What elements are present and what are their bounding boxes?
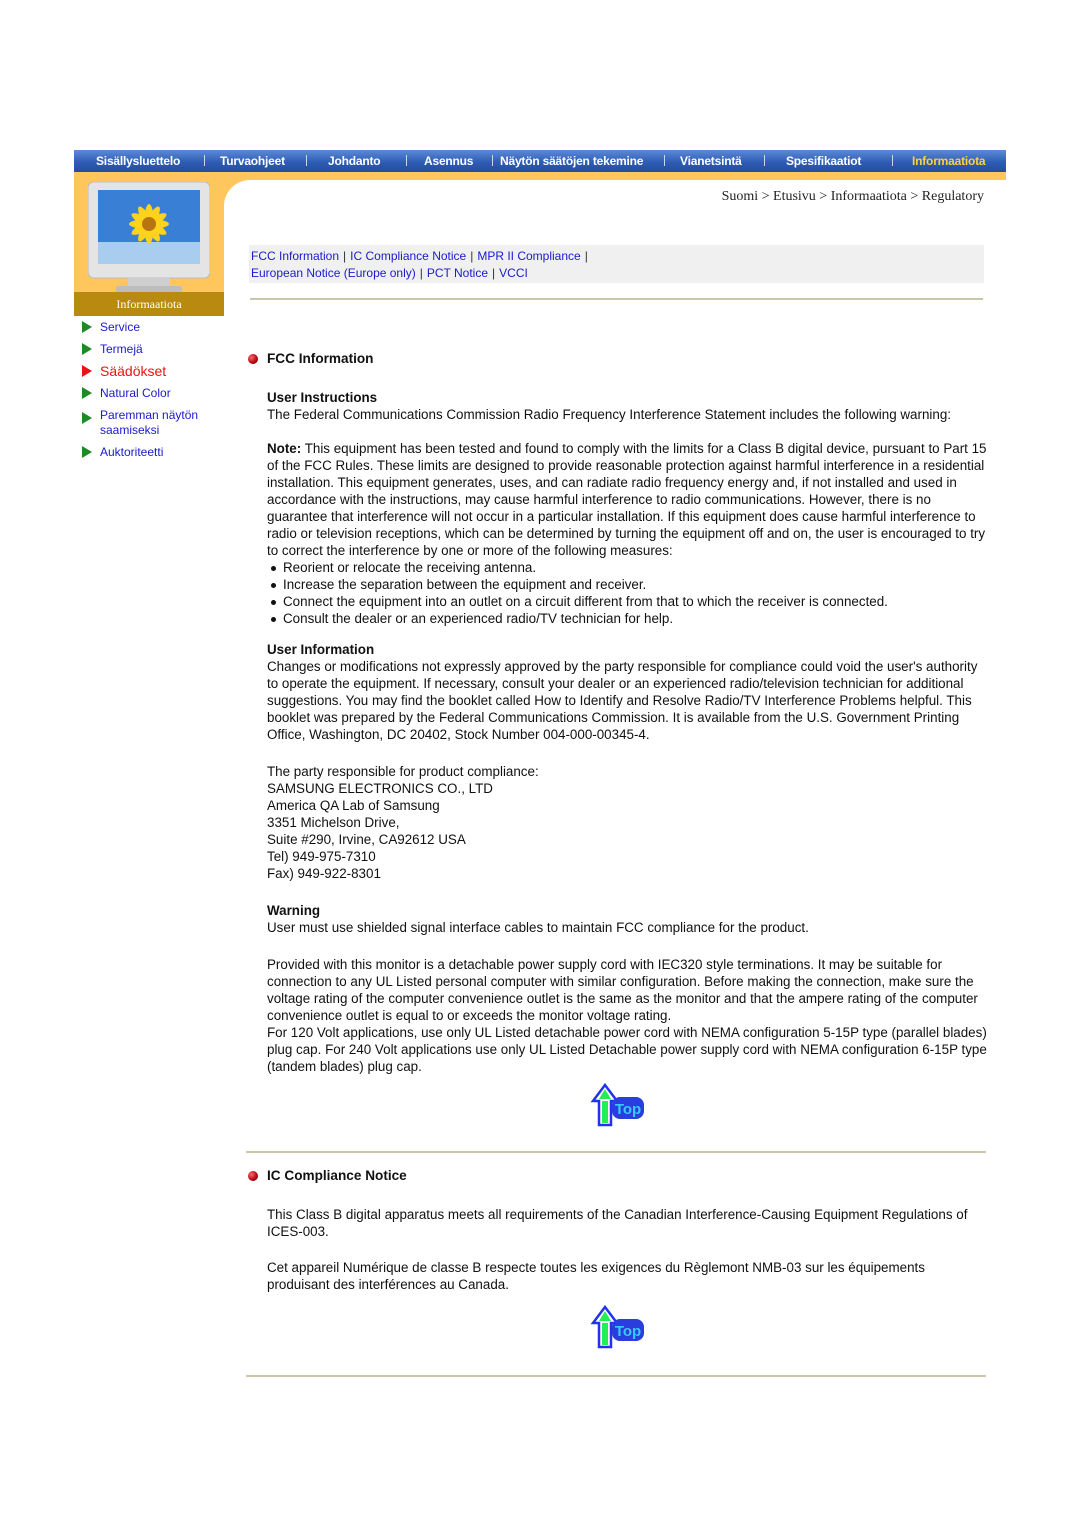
party-line: The party responsible for product compli… bbox=[267, 764, 539, 779]
triangle-right-icon bbox=[82, 321, 92, 333]
top-label: Top bbox=[615, 1323, 641, 1340]
party-line: SAMSUNG ELECTRONICS CO., LTD bbox=[267, 781, 493, 796]
red-bullet-icon bbox=[248, 1170, 258, 1181]
user-instructions-text: The Federal Communications Commission Ra… bbox=[267, 407, 951, 422]
nav-item-johdanto[interactable]: Johdanto bbox=[328, 154, 381, 168]
divider bbox=[246, 1151, 986, 1153]
top-arrow-icon[interactable]: Top bbox=[590, 1083, 646, 1127]
note-text: This equipment has been tested and found… bbox=[267, 441, 987, 558]
nav-item-vianetsinta[interactable]: Vianetsintä bbox=[680, 154, 742, 168]
sidebar-item-natural-color[interactable]: Natural Color bbox=[82, 386, 222, 401]
nav-separator bbox=[892, 155, 893, 166]
ic-title: IC Compliance Notice bbox=[267, 1168, 407, 1183]
nav-separator bbox=[306, 155, 307, 166]
nav-item-spesifikaatiot[interactable]: Spesifikaatiot bbox=[786, 154, 861, 168]
breadcrumb: Suomi > Etusivu > Informaatiota > Regula… bbox=[721, 189, 984, 204]
triangle-right-icon bbox=[82, 365, 92, 377]
link-mpr-ii[interactable]: MPR II Compliance bbox=[477, 249, 580, 263]
top-nav-bar: Sisällysluettelo Turvaohjeet Johdanto As… bbox=[74, 150, 1006, 172]
sidebar-item-paremman-nayton[interactable]: Paremman näytön saamiseksi bbox=[82, 408, 222, 438]
red-bullet-icon bbox=[248, 353, 258, 364]
link-vcci[interactable]: VCCI bbox=[499, 266, 528, 280]
note-label: Note: bbox=[267, 441, 302, 456]
sidebar-item-label: Service bbox=[100, 320, 141, 334]
nav-item-sisallysluettelo[interactable]: Sisällysluettelo bbox=[96, 154, 180, 168]
party-line: Fax) 949-922-8301 bbox=[267, 866, 381, 881]
party-line: Tel) 949-975-7310 bbox=[267, 849, 376, 864]
link-separator: | bbox=[470, 249, 474, 263]
link-european-notice[interactable]: European Notice (Europe only) bbox=[251, 266, 416, 280]
nav-item-naytonsaadot[interactable]: Näytön säätöjen tekemine bbox=[500, 154, 643, 168]
list-item: Reorient or relocate the receiving anten… bbox=[271, 559, 988, 576]
sidebar-item-label: Säädökset bbox=[100, 363, 167, 379]
fcc-title: FCC Information bbox=[267, 351, 374, 366]
party-line: America QA Lab of Samsung bbox=[267, 798, 440, 813]
triangle-right-icon bbox=[82, 412, 92, 424]
nav-item-informaatiota[interactable]: Informaatiota bbox=[912, 154, 986, 168]
party-line: 3351 Michelson Drive, bbox=[267, 815, 400, 830]
nav-item-turvaohjeet[interactable]: Turvaohjeet bbox=[220, 154, 285, 168]
triangle-right-icon bbox=[82, 343, 92, 355]
voltage-text: For 120 Volt applications, use only UL L… bbox=[267, 1025, 987, 1074]
responsible-party: The party responsible for product compli… bbox=[267, 763, 988, 882]
party-line: Suite #290, Irvine, CA92612 USA bbox=[267, 832, 466, 847]
sidebar-item-label: Termejä bbox=[100, 342, 143, 356]
link-separator: | bbox=[492, 266, 496, 280]
ic-section-heading: IC Compliance Notice bbox=[248, 1167, 988, 1184]
divider bbox=[250, 298, 983, 300]
user-information-text: Changes or modifications not expressly a… bbox=[267, 659, 978, 742]
sidebar-item-label: Natural Color bbox=[100, 386, 171, 400]
note-paragraph: Note: This equipment has been tested and… bbox=[267, 440, 988, 559]
user-information-heading: User Information bbox=[267, 642, 375, 657]
sidebar-links: Service Termejä Säädökset Natural Color … bbox=[82, 320, 222, 467]
triangle-right-icon bbox=[82, 387, 92, 399]
link-ic-compliance[interactable]: IC Compliance Notice bbox=[350, 249, 466, 263]
ic-text-french: Cet appareil Numérique de classe B respe… bbox=[267, 1260, 925, 1292]
link-fcc-information[interactable]: FCC Information bbox=[251, 249, 339, 263]
sidebar-item-label: Paremman näytön saamiseksi bbox=[100, 408, 199, 437]
nav-item-asennus[interactable]: Asennus bbox=[424, 154, 473, 168]
list-item: Consult the dealer or an experienced rad… bbox=[271, 610, 988, 627]
sidebar-item-label: Auktoriteetti bbox=[100, 445, 164, 459]
power-cord-text: Provided with this monitor is a detachab… bbox=[267, 957, 978, 1023]
link-separator: | bbox=[584, 249, 588, 263]
sidebar-item-termeja[interactable]: Termejä bbox=[82, 342, 222, 357]
nav-separator bbox=[664, 155, 665, 166]
user-instructions-heading: User Instructions bbox=[267, 390, 378, 405]
content-corner bbox=[224, 180, 264, 220]
link-separator: | bbox=[343, 249, 347, 263]
section-links: FCC Information | IC Compliance Notice | MPR… bbox=[249, 245, 984, 283]
divider bbox=[246, 1375, 986, 1377]
sidebar-item-auktoriteetti[interactable]: Auktoriteetti bbox=[82, 445, 222, 460]
top-label: Top bbox=[615, 1101, 641, 1118]
list-item: Increase the separation between the equi… bbox=[271, 576, 988, 593]
measures-list: Reorient or relocate the receiving anten… bbox=[267, 559, 988, 627]
sidebar-item-service[interactable]: Service bbox=[82, 320, 222, 335]
warning-heading: Warning bbox=[267, 903, 321, 918]
list-item: Connect the equipment into an outlet on … bbox=[271, 593, 988, 610]
ic-text-english: This Class B digital apparatus meets all… bbox=[267, 1207, 968, 1239]
nav-separator bbox=[764, 155, 765, 166]
link-pct-notice[interactable]: PCT Notice bbox=[427, 266, 488, 280]
main-content: FCC Information User Instructions The Fe… bbox=[246, 350, 988, 1377]
triangle-right-icon bbox=[82, 446, 92, 458]
top-arrow-icon[interactable]: Top bbox=[590, 1305, 646, 1349]
nav-separator bbox=[406, 155, 407, 166]
sidebar-item-saadokset[interactable]: Säädökset bbox=[82, 364, 222, 379]
link-separator: | bbox=[419, 266, 423, 280]
sidebar-caption: Informaatiota bbox=[74, 292, 224, 316]
monitor-illustration bbox=[88, 182, 210, 292]
nav-separator bbox=[492, 155, 493, 166]
nav-separator bbox=[204, 155, 205, 166]
fcc-section-heading: FCC Information bbox=[248, 350, 988, 367]
warning-text: User must use shielded signal interface … bbox=[267, 920, 809, 935]
